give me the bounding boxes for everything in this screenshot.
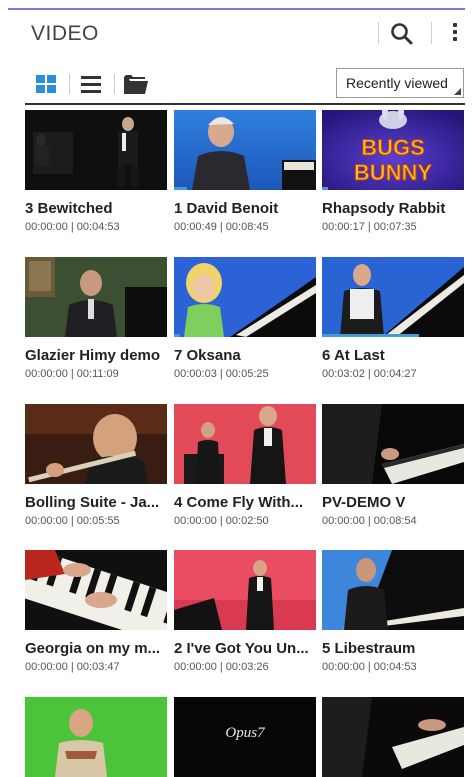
video-title: 3 Bewitched [25,200,113,217]
video-title: PV-DEMO V [322,494,406,511]
video-thumbnail [174,404,316,484]
search-icon[interactable] [389,21,415,47]
video-thumbnail [25,257,167,337]
video-title: 5 Libestraum [322,640,416,657]
grid-view-icon[interactable] [36,75,56,98]
dropdown-corner-icon [454,88,461,95]
video-title: Georgia on my m... [25,640,161,657]
playback-progress [322,187,328,190]
folder-view-icon[interactable] [124,75,148,99]
status-strip [0,0,473,10]
video-time: 00:00:00 | 00:03:26 [174,661,269,673]
video-thumbnail [322,404,464,484]
video-title: 2 I've Got You Un... [174,640,309,657]
video-time: 00:00:00 | 00:11:09 [25,368,119,380]
video-time: 00:00:03 | 00:05:25 [174,368,269,380]
video-time: 00:00:00 | 00:02:50 [174,515,269,527]
overflow-menu-icon[interactable] [447,20,463,48]
toolbar-divider [25,103,465,105]
video-thumbnail [174,550,316,630]
video-time: 00:00:00 | 00:03:47 [25,661,120,673]
video-thumbnail: BUGS BUNNY [322,110,464,190]
video-thumbnail: Opus7 [174,697,316,777]
video-title: 1 David Benoit [174,200,279,217]
playback-progress [174,187,187,190]
bugs-title-line2: BUNNY [354,160,433,185]
video-thumbnail [25,404,167,484]
bugs-title-line1: BUGS [361,135,425,160]
divider [114,74,115,94]
divider [69,74,70,94]
video-thumbnail [174,110,316,190]
video-thumbnail [322,697,464,777]
playback-progress [174,334,180,337]
video-thumbnail [25,550,167,630]
divider [378,22,379,44]
opus-title: Opus7 [225,725,266,741]
video-time: 00:00:00 | 00:08:54 [322,515,417,527]
video-time: 00:00:00 | 00:05:55 [25,515,120,527]
video-title: Bolling Suite - Ja... [25,494,160,511]
video-title: Rhapsody Rabbit [322,200,446,217]
video-thumbnail [322,550,464,630]
video-time: 00:00:49 | 00:08:45 [174,221,269,233]
video-title: Glazier Himy demo [25,347,161,364]
app-bar: VIDEO [0,10,473,56]
playback-progress [322,334,419,337]
sort-selected-label: Recently viewed [346,75,448,91]
video-thumbnail [25,697,167,777]
video-time: 00:00:00 | 00:04:53 [322,661,417,673]
video-time: 00:03:02 | 00:04:27 [322,368,417,380]
divider [431,22,432,44]
video-thumbnail [174,257,316,337]
video-time: 00:00:00 | 00:04:53 [25,221,120,233]
list-view-icon[interactable] [81,76,101,98]
video-title: 4 Come Fly With... [174,494,304,511]
video-time: 00:00:17 | 00:07:35 [322,221,417,233]
video-title: 6 At Last [322,347,385,364]
video-thumbnail [322,257,464,337]
video-thumbnail [25,110,167,190]
video-title: 7 Oksana [174,347,241,364]
sort-dropdown[interactable]: Recently viewed [336,68,464,98]
page-title: VIDEO [31,22,99,45]
